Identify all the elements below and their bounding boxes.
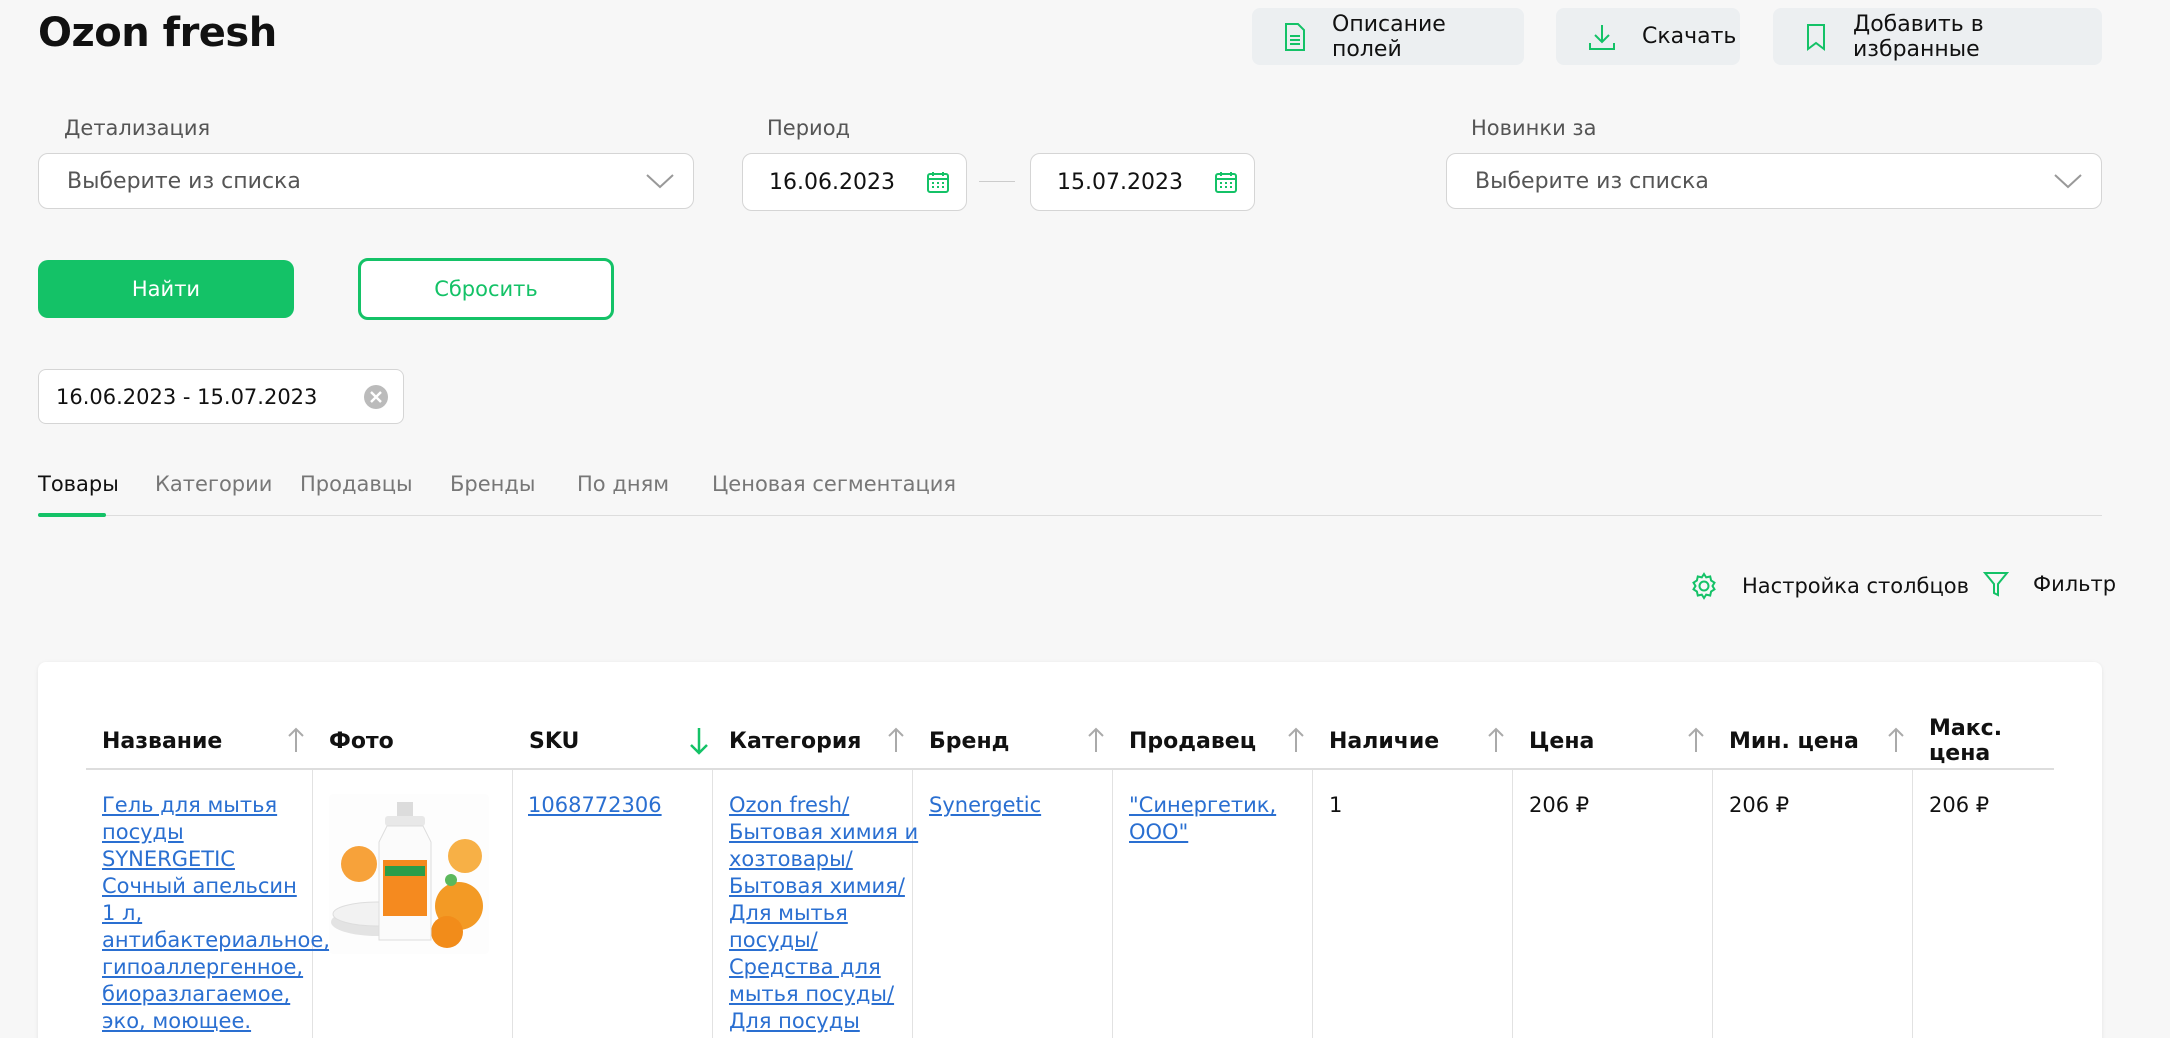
download-button[interactable]: Скачать: [1556, 8, 1740, 65]
calendar-icon[interactable]: [926, 170, 950, 194]
reset-button[interactable]: Сбросить: [358, 258, 614, 320]
tabs-bar: Товары Категории Продавцы Бренды По дням…: [38, 470, 2102, 517]
period-to-input[interactable]: 15.07.2023: [1030, 153, 1255, 211]
col-photo: Фото: [329, 728, 394, 754]
product-name-link[interactable]: Гель для мытья посуды SYNERGETIC Сочный …: [102, 792, 330, 1035]
column-divider: [512, 770, 513, 1038]
column-divider: [1712, 770, 1713, 1038]
max-price-value: 206 ₽: [1929, 793, 1990, 817]
col-sku[interactable]: SKU: [529, 712, 579, 770]
active-filter-value: 16.06.2023 - 15.07.2023: [56, 384, 318, 409]
sort-arrow-up-icon[interactable]: [1286, 726, 1306, 754]
col-price[interactable]: Цена: [1529, 712, 1594, 770]
columns-settings-button[interactable]: Настройка столбцов: [1690, 572, 1969, 600]
period-to-value: 15.07.2023: [1057, 169, 1183, 195]
col-stock[interactable]: Наличие: [1329, 712, 1439, 770]
sort-arrow-up-icon[interactable]: [1486, 726, 1506, 754]
new-for-select[interactable]: Выберите из списка: [1446, 153, 2102, 209]
download-label: Скачать: [1642, 24, 1737, 49]
document-icon: [1285, 22, 1305, 51]
category-link[interactable]: Ozon fresh/ Бытовая химия и хозтовары/ Б…: [729, 792, 918, 1035]
tab-sellers[interactable]: Продавцы: [300, 472, 413, 496]
column-divider: [712, 770, 713, 1038]
active-filter-chip: 16.06.2023 - 15.07.2023: [38, 369, 404, 424]
price-value: 206 ₽: [1529, 793, 1590, 817]
add-favorites-label: Добавить в избранные: [1853, 11, 1984, 62]
sku-link[interactable]: 1068772306: [528, 792, 662, 819]
find-button[interactable]: Найти: [38, 260, 294, 318]
sort-arrow-up-icon[interactable]: [286, 726, 306, 754]
col-category[interactable]: Категория: [729, 712, 861, 770]
detail-label: Детализация: [64, 116, 211, 140]
tab-brands[interactable]: Бренды: [450, 472, 536, 496]
sort-arrow-up-icon[interactable]: [1086, 726, 1106, 754]
tab-categories[interactable]: Категории: [155, 472, 272, 496]
detail-select-value: Выберите из списка: [67, 168, 301, 194]
add-favorites-button[interactable]: Добавить в избранные: [1773, 8, 2102, 65]
col-min-price[interactable]: Мин. цена: [1729, 712, 1859, 770]
chevron-down-icon: [646, 174, 674, 189]
detail-select[interactable]: Выберите из списка: [38, 153, 694, 209]
gear-icon: [1692, 572, 1716, 600]
sort-arrow-up-icon[interactable]: [1686, 726, 1706, 754]
sort-arrow-up-icon[interactable]: [1886, 726, 1906, 754]
tab-by-days[interactable]: По дням: [577, 472, 669, 496]
filter-button[interactable]: Фильтр: [1983, 570, 2116, 598]
filter-label: Фильтр: [2033, 572, 2117, 596]
sort-arrow-up-icon[interactable]: [886, 726, 906, 754]
tab-price-segmentation[interactable]: Ценовая сегментация: [712, 472, 956, 496]
filter-icon: [1983, 572, 2009, 597]
col-max-price[interactable]: Макс. цена: [1929, 712, 2054, 770]
period-separator: [979, 181, 1015, 182]
active-tab-indicator: [38, 513, 106, 517]
col-seller[interactable]: Продавец: [1129, 712, 1256, 770]
brand-link[interactable]: Synergetic: [929, 792, 1041, 819]
columns-settings-label: Настройка столбцов: [1742, 574, 1970, 598]
column-divider: [1312, 770, 1313, 1038]
clear-icon[interactable]: [363, 384, 389, 410]
product-photo[interactable]: [329, 794, 489, 954]
fields-description-button[interactable]: Описание полей: [1252, 8, 1524, 65]
min-price-value: 206 ₽: [1729, 793, 1790, 817]
tab-products[interactable]: Товары: [38, 472, 119, 496]
fields-description-label: Описание полей: [1332, 11, 1446, 62]
col-brand[interactable]: Бренд: [929, 712, 1009, 770]
new-for-label: Новинки за: [1471, 116, 1597, 140]
sort-arrow-down-icon[interactable]: [688, 726, 710, 756]
download-icon: [1589, 24, 1615, 50]
column-divider: [1912, 770, 1913, 1038]
chevron-down-icon: [2054, 174, 2082, 189]
stock-value: 1: [1329, 793, 1343, 817]
new-for-select-value: Выберите из списка: [1475, 168, 1709, 194]
bookmark-icon: [1807, 23, 1825, 51]
period-label: Период: [767, 116, 851, 140]
table-header: Название Фото SKU Категория Бренд Продав…: [86, 712, 2054, 770]
product-bottle-image: [331, 802, 483, 948]
seller-link[interactable]: "Синергетик, ООО": [1129, 792, 1276, 846]
column-divider: [1112, 770, 1113, 1038]
period-from-value: 16.06.2023: [769, 169, 895, 195]
col-name[interactable]: Название: [102, 712, 222, 770]
calendar-icon[interactable]: [1214, 170, 1238, 194]
column-divider: [1512, 770, 1513, 1038]
period-from-input[interactable]: 16.06.2023: [742, 153, 967, 211]
page-title: Ozon fresh: [38, 10, 277, 56]
